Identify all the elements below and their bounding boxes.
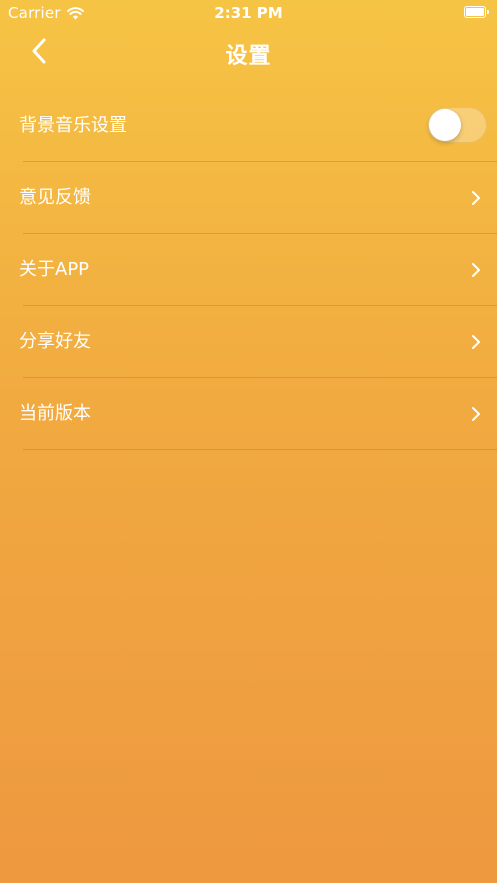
settings-screen: Carrier 2:31 PM 设置 背景音乐设置 意见反馈 关于APP 分享好… [0,0,497,883]
setting-label: 分享好友 [19,331,91,352]
battery-icon [464,6,489,18]
setting-row-background-music: 背景音乐设置 [0,90,497,162]
settings-list: 背景音乐设置 意见反馈 关于APP 分享好友 当前版本 [0,90,497,450]
setting-label: 关于APP [19,259,90,280]
background-music-toggle[interactable] [427,107,487,143]
setting-label: 背景音乐设置 [19,115,127,136]
status-bar: Carrier 2:31 PM [0,0,497,26]
chevron-right-icon [470,261,482,279]
chevron-right-icon [470,189,482,207]
status-time: 2:31 PM [214,4,283,22]
chevron-right-icon [470,333,482,351]
setting-row-about-app[interactable]: 关于APP [0,234,497,306]
setting-label: 意见反馈 [19,187,91,208]
page-title: 设置 [225,44,272,69]
setting-label: 当前版本 [19,403,91,424]
setting-row-feedback[interactable]: 意见反馈 [0,162,497,234]
setting-row-share-friends[interactable]: 分享好友 [0,306,497,378]
row-divider [23,449,497,450]
setting-row-current-version[interactable]: 当前版本 [0,378,497,450]
nav-bar: 设置 [0,26,497,78]
toggle-knob [429,109,461,141]
chevron-right-icon [470,405,482,423]
